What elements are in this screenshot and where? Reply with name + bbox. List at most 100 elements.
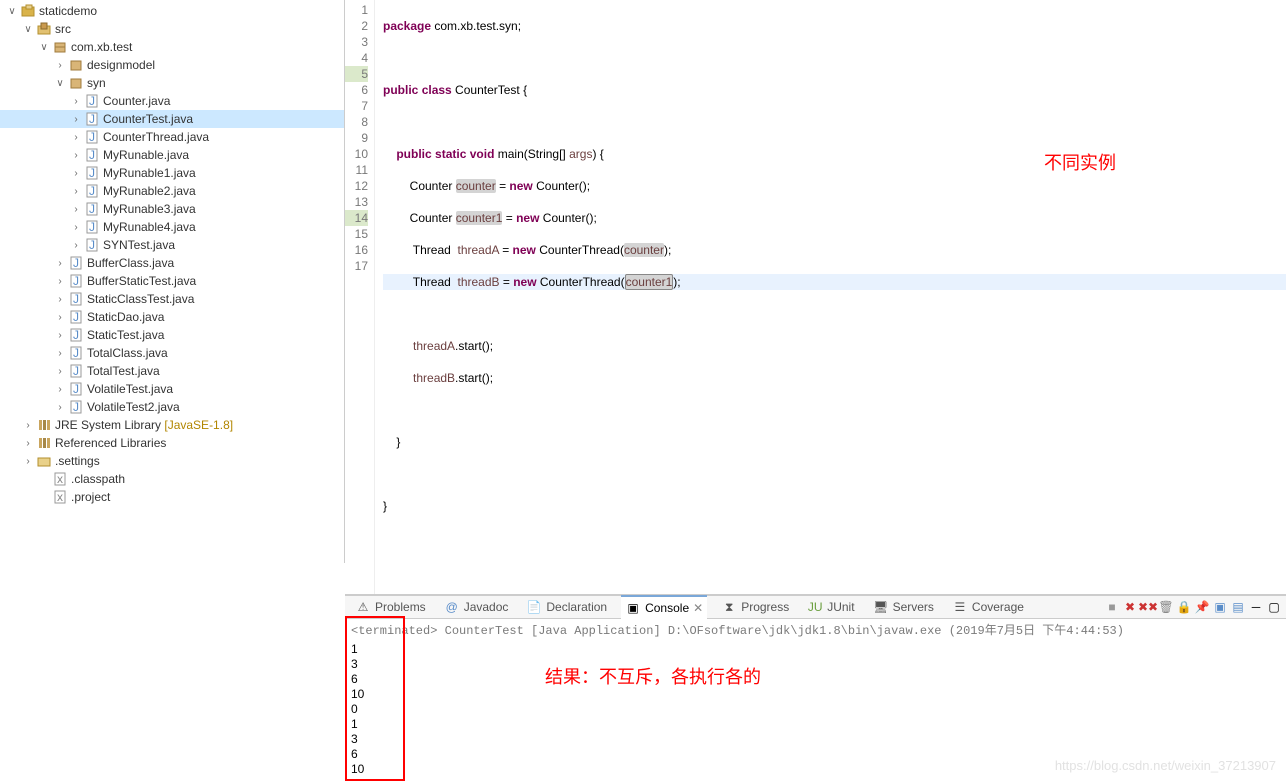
collapse-icon[interactable]: › [20,420,36,431]
collapse-icon[interactable]: › [68,168,84,179]
java-file-icon: J [68,399,84,415]
remove-all-icon[interactable]: ✖✖ [1140,599,1156,615]
tab-problems[interactable]: ⚠Problems [351,599,430,615]
tree-settings[interactable]: ›.settings [0,452,344,470]
tab-console[interactable]: ▣Console ✕ [621,595,707,619]
console-line: 1 [351,642,1280,657]
line-gutter: 1234567891011121314151617 [345,0,375,594]
java-file-icon: J [84,183,100,199]
package-explorer[interactable]: ∨ staticdemo ∨ src ∨ com.xb.test › desig… [0,0,345,563]
tab-junit[interactable]: JUJUnit [803,599,858,615]
tree-label: CounterTest.java [103,112,193,126]
tree-reflib[interactable]: › Referenced Libraries [0,434,344,452]
code-editor[interactable]: 1234567891011121314151617 package com.xb… [345,0,1286,595]
tree-jre[interactable]: ›JRE System Library [JavaSE-1.8] [0,416,344,434]
svg-text:J: J [73,274,79,288]
expand-icon[interactable]: ∨ [52,78,68,89]
java-file-icon: J [68,255,84,271]
console-line: 3 [351,732,1280,747]
collapse-icon[interactable]: › [68,222,84,233]
java-file-icon: J [68,345,84,361]
tree-label: Counter.java [103,94,170,108]
tree-file[interactable]: ›JMyRunable4.java [0,218,344,236]
tree-file[interactable]: ›JStaticDao.java [0,308,344,326]
minimize-icon[interactable]: ─ [1248,599,1264,615]
console-terminated-info: <terminated> CounterTest [Java Applicati… [345,619,1286,640]
problems-icon: ⚠ [355,599,371,615]
open-console-icon[interactable]: ▤ [1230,599,1246,615]
collapse-icon[interactable]: › [68,114,84,125]
tree-package-designmodel[interactable]: › designmodel [0,56,344,74]
tree-classpath[interactable]: x.classpath [0,470,344,488]
collapse-icon[interactable]: › [52,402,68,413]
tree-label: BufferStaticTest.java [87,274,196,288]
collapse-icon[interactable]: › [52,276,68,287]
tree-file[interactable]: ›JStaticClassTest.java [0,290,344,308]
tree-label: MyRunable1.java [103,166,196,180]
svg-text:J: J [89,166,95,180]
collapse-icon[interactable]: › [52,366,68,377]
tree-label: TotalClass.java [87,346,168,360]
console-line: 1 [351,717,1280,732]
tree-file[interactable]: › J BufferStaticTest.java [0,272,344,290]
collapse-icon[interactable]: › [68,186,84,197]
tree-file[interactable]: ›JStaticTest.java [0,326,344,344]
collapse-icon[interactable]: › [52,330,68,341]
pin-console-icon[interactable]: 📌 [1194,599,1210,615]
collapse-icon[interactable]: › [20,456,36,467]
tree-label: SYNTest.java [103,238,175,252]
console-output[interactable]: 1 3 6 10 0 1 3 6 10 结果：不互斥，各执行各的 https:/… [345,640,1286,779]
collapse-icon[interactable]: › [52,384,68,395]
tree-label: Referenced Libraries [55,436,166,450]
expand-icon[interactable]: ∨ [4,6,20,17]
remove-launch-icon[interactable]: ✖ [1122,599,1138,615]
display-selected-icon[interactable]: ▣ [1212,599,1228,615]
collapse-icon[interactable]: › [68,204,84,215]
svg-text:J: J [73,292,79,306]
collapse-icon[interactable]: › [52,258,68,269]
project-icon [20,3,36,19]
tree-file[interactable]: ›JCounterThread.java [0,128,344,146]
tree-src[interactable]: ∨ src [0,20,344,38]
tree-file-selected[interactable]: ›JCounterTest.java [0,110,344,128]
collapse-icon[interactable]: › [52,60,68,71]
collapse-icon[interactable]: › [52,312,68,323]
tree-file[interactable]: ›JCounter.java [0,92,344,110]
tree-file[interactable]: ›JTotalTest.java [0,362,344,380]
svg-text:J: J [89,130,95,144]
tree-package-syn[interactable]: ∨ syn [0,74,344,92]
tree-project[interactable]: ∨ staticdemo [0,2,344,20]
collapse-icon[interactable]: › [68,150,84,161]
tab-coverage[interactable]: ☰Coverage [948,599,1028,615]
tree-file[interactable]: ›JMyRunable2.java [0,182,344,200]
clear-console-icon[interactable]: 🗑 [1158,599,1174,615]
tree-file[interactable]: ›JMyRunable.java [0,146,344,164]
tab-javadoc[interactable]: @Javadoc [440,599,513,615]
collapse-icon[interactable]: › [68,132,84,143]
tree-projectfile[interactable]: x.project [0,488,344,506]
tree-file[interactable]: ›JMyRunable3.java [0,200,344,218]
collapse-icon[interactable]: › [52,348,68,359]
collapse-icon[interactable]: › [68,240,84,251]
tree-file[interactable]: › J MyRunable1.java [0,164,344,182]
scroll-lock-icon[interactable]: 🔒 [1176,599,1192,615]
collapse-icon[interactable]: › [68,96,84,107]
tab-servers[interactable]: 🖥Servers [869,599,938,615]
console-toolbar: ■ ✖ ✖✖ 🗑 🔒 📌 ▣ ▤ ─ ▢ [1104,599,1286,615]
tree-file[interactable]: ›JVolatileTest.java [0,380,344,398]
collapse-icon[interactable]: › [52,294,68,305]
terminate-icon[interactable]: ■ [1104,599,1120,615]
console-icon: ▣ [625,600,641,616]
expand-icon[interactable]: ∨ [36,42,52,53]
tree-package[interactable]: ∨ com.xb.test [0,38,344,56]
expand-icon[interactable]: ∨ [20,24,36,35]
tree-file[interactable]: ›JSYNTest.java [0,236,344,254]
tree-file[interactable]: ›JBufferClass.java [0,254,344,272]
code-content[interactable]: package com.xb.test.syn; public class Co… [375,0,1286,594]
tree-file[interactable]: ›JTotalClass.java [0,344,344,362]
tab-declaration[interactable]: 📄Declaration [522,599,611,615]
collapse-icon[interactable]: › [20,438,36,449]
tab-progress[interactable]: ⧗Progress [717,599,793,615]
maximize-icon[interactable]: ▢ [1266,599,1282,615]
tree-file[interactable]: ›JVolatileTest2.java [0,398,344,416]
